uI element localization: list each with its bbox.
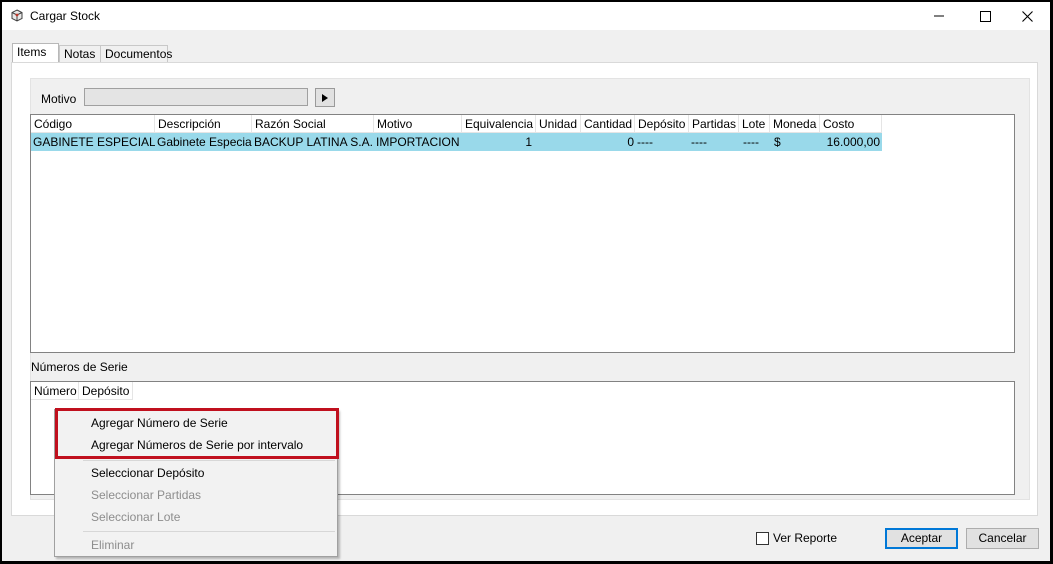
tab-documentos[interactable]: Documentos — [100, 45, 172, 62]
tab-notas[interactable]: Notas — [59, 45, 101, 62]
col-partidas[interactable]: Partidas — [689, 115, 739, 133]
menu-item-eliminar[interactable]: Eliminar — [91, 534, 134, 556]
col-codigo[interactable]: Código — [31, 115, 155, 133]
col-motivo[interactable]: Motivo — [374, 115, 462, 133]
motivo-label: Motivo — [41, 92, 77, 106]
highlight-annotation — [55, 408, 339, 459]
col-costo[interactable]: Costo — [820, 115, 882, 133]
play-arrow-icon — [322, 93, 328, 102]
title-bar[interactable]: Cargar Stock — [2, 2, 1050, 30]
col-lote[interactable]: Lote — [739, 115, 770, 133]
col-deposito[interactable]: Depósito — [635, 115, 689, 133]
cell-unidad — [536, 133, 581, 151]
col-numero[interactable]: Número — [31, 382, 79, 400]
cell-deposito: ---- — [637, 135, 653, 149]
cell-lote: ---- — [743, 135, 759, 149]
maximize-button[interactable] — [962, 2, 1008, 30]
cell-codigo: GABINETE ESPECIAL — [33, 135, 155, 149]
close-icon — [1021, 10, 1033, 22]
ver-reporte-label[interactable]: Ver Reporte — [773, 531, 837, 545]
motivo-select-button[interactable] — [315, 88, 335, 107]
tab-documentos-label: Documentos — [105, 47, 173, 61]
app-icon — [11, 9, 23, 22]
col-unidad[interactable]: Unidad — [536, 115, 581, 133]
cell-partidas: ---- — [691, 135, 707, 149]
close-button[interactable] — [1004, 2, 1050, 30]
cell-moneda: $ — [774, 135, 781, 149]
tab-items-label: Items — [17, 45, 47, 59]
col-equivalencia[interactable]: Equivalencia — [462, 115, 536, 133]
window-title: Cargar Stock — [30, 9, 101, 23]
serials-label: Números de Serie — [31, 360, 128, 374]
accept-button[interactable]: Aceptar — [885, 528, 958, 549]
table-row[interactable]: GABINETE ESPECIAL Gabinete Especial BACK… — [31, 133, 882, 151]
col-cantidad[interactable]: Cantidad — [581, 115, 635, 133]
tab-notas-label: Notas — [64, 47, 96, 61]
cell-equivalencia: 1 — [525, 135, 532, 149]
menu-item-seleccionar-partidas[interactable]: Seleccionar Partidas — [91, 484, 201, 506]
col-descripcion[interactable]: Descripción — [155, 115, 252, 133]
col-serial-deposito[interactable]: Depósito — [79, 382, 133, 400]
cell-cantidad: 0 — [627, 135, 634, 149]
motivo-field[interactable] — [84, 88, 308, 106]
col-moneda[interactable]: Moneda — [770, 115, 820, 133]
items-grid[interactable]: Código Descripción Razón Social Motivo E… — [30, 114, 1015, 353]
menu-item-seleccionar-lote[interactable]: Seleccionar Lote — [91, 506, 180, 528]
cell-descripcion: Gabinete Especial — [157, 135, 252, 149]
menu-separator — [83, 531, 335, 532]
menu-separator — [83, 460, 335, 461]
tab-items[interactable]: Items — [12, 43, 59, 63]
maximize-icon — [979, 10, 991, 22]
minimize-icon — [934, 15, 944, 17]
cancel-button[interactable]: Cancelar — [966, 528, 1039, 549]
ver-reporte-checkbox[interactable] — [756, 532, 769, 545]
cell-motivo: IMPORTACION — [376, 135, 460, 149]
menu-item-seleccionar-deposito[interactable]: Seleccionar Depósito — [91, 462, 204, 484]
cell-razon-social: BACKUP LATINA S.A. — [254, 135, 373, 149]
cell-costo: 16.000,00 — [826, 135, 880, 149]
col-razon-social[interactable]: Razón Social — [252, 115, 374, 133]
minimize-button[interactable] — [916, 2, 962, 30]
items-grid-header: Código Descripción Razón Social Motivo E… — [31, 115, 882, 133]
